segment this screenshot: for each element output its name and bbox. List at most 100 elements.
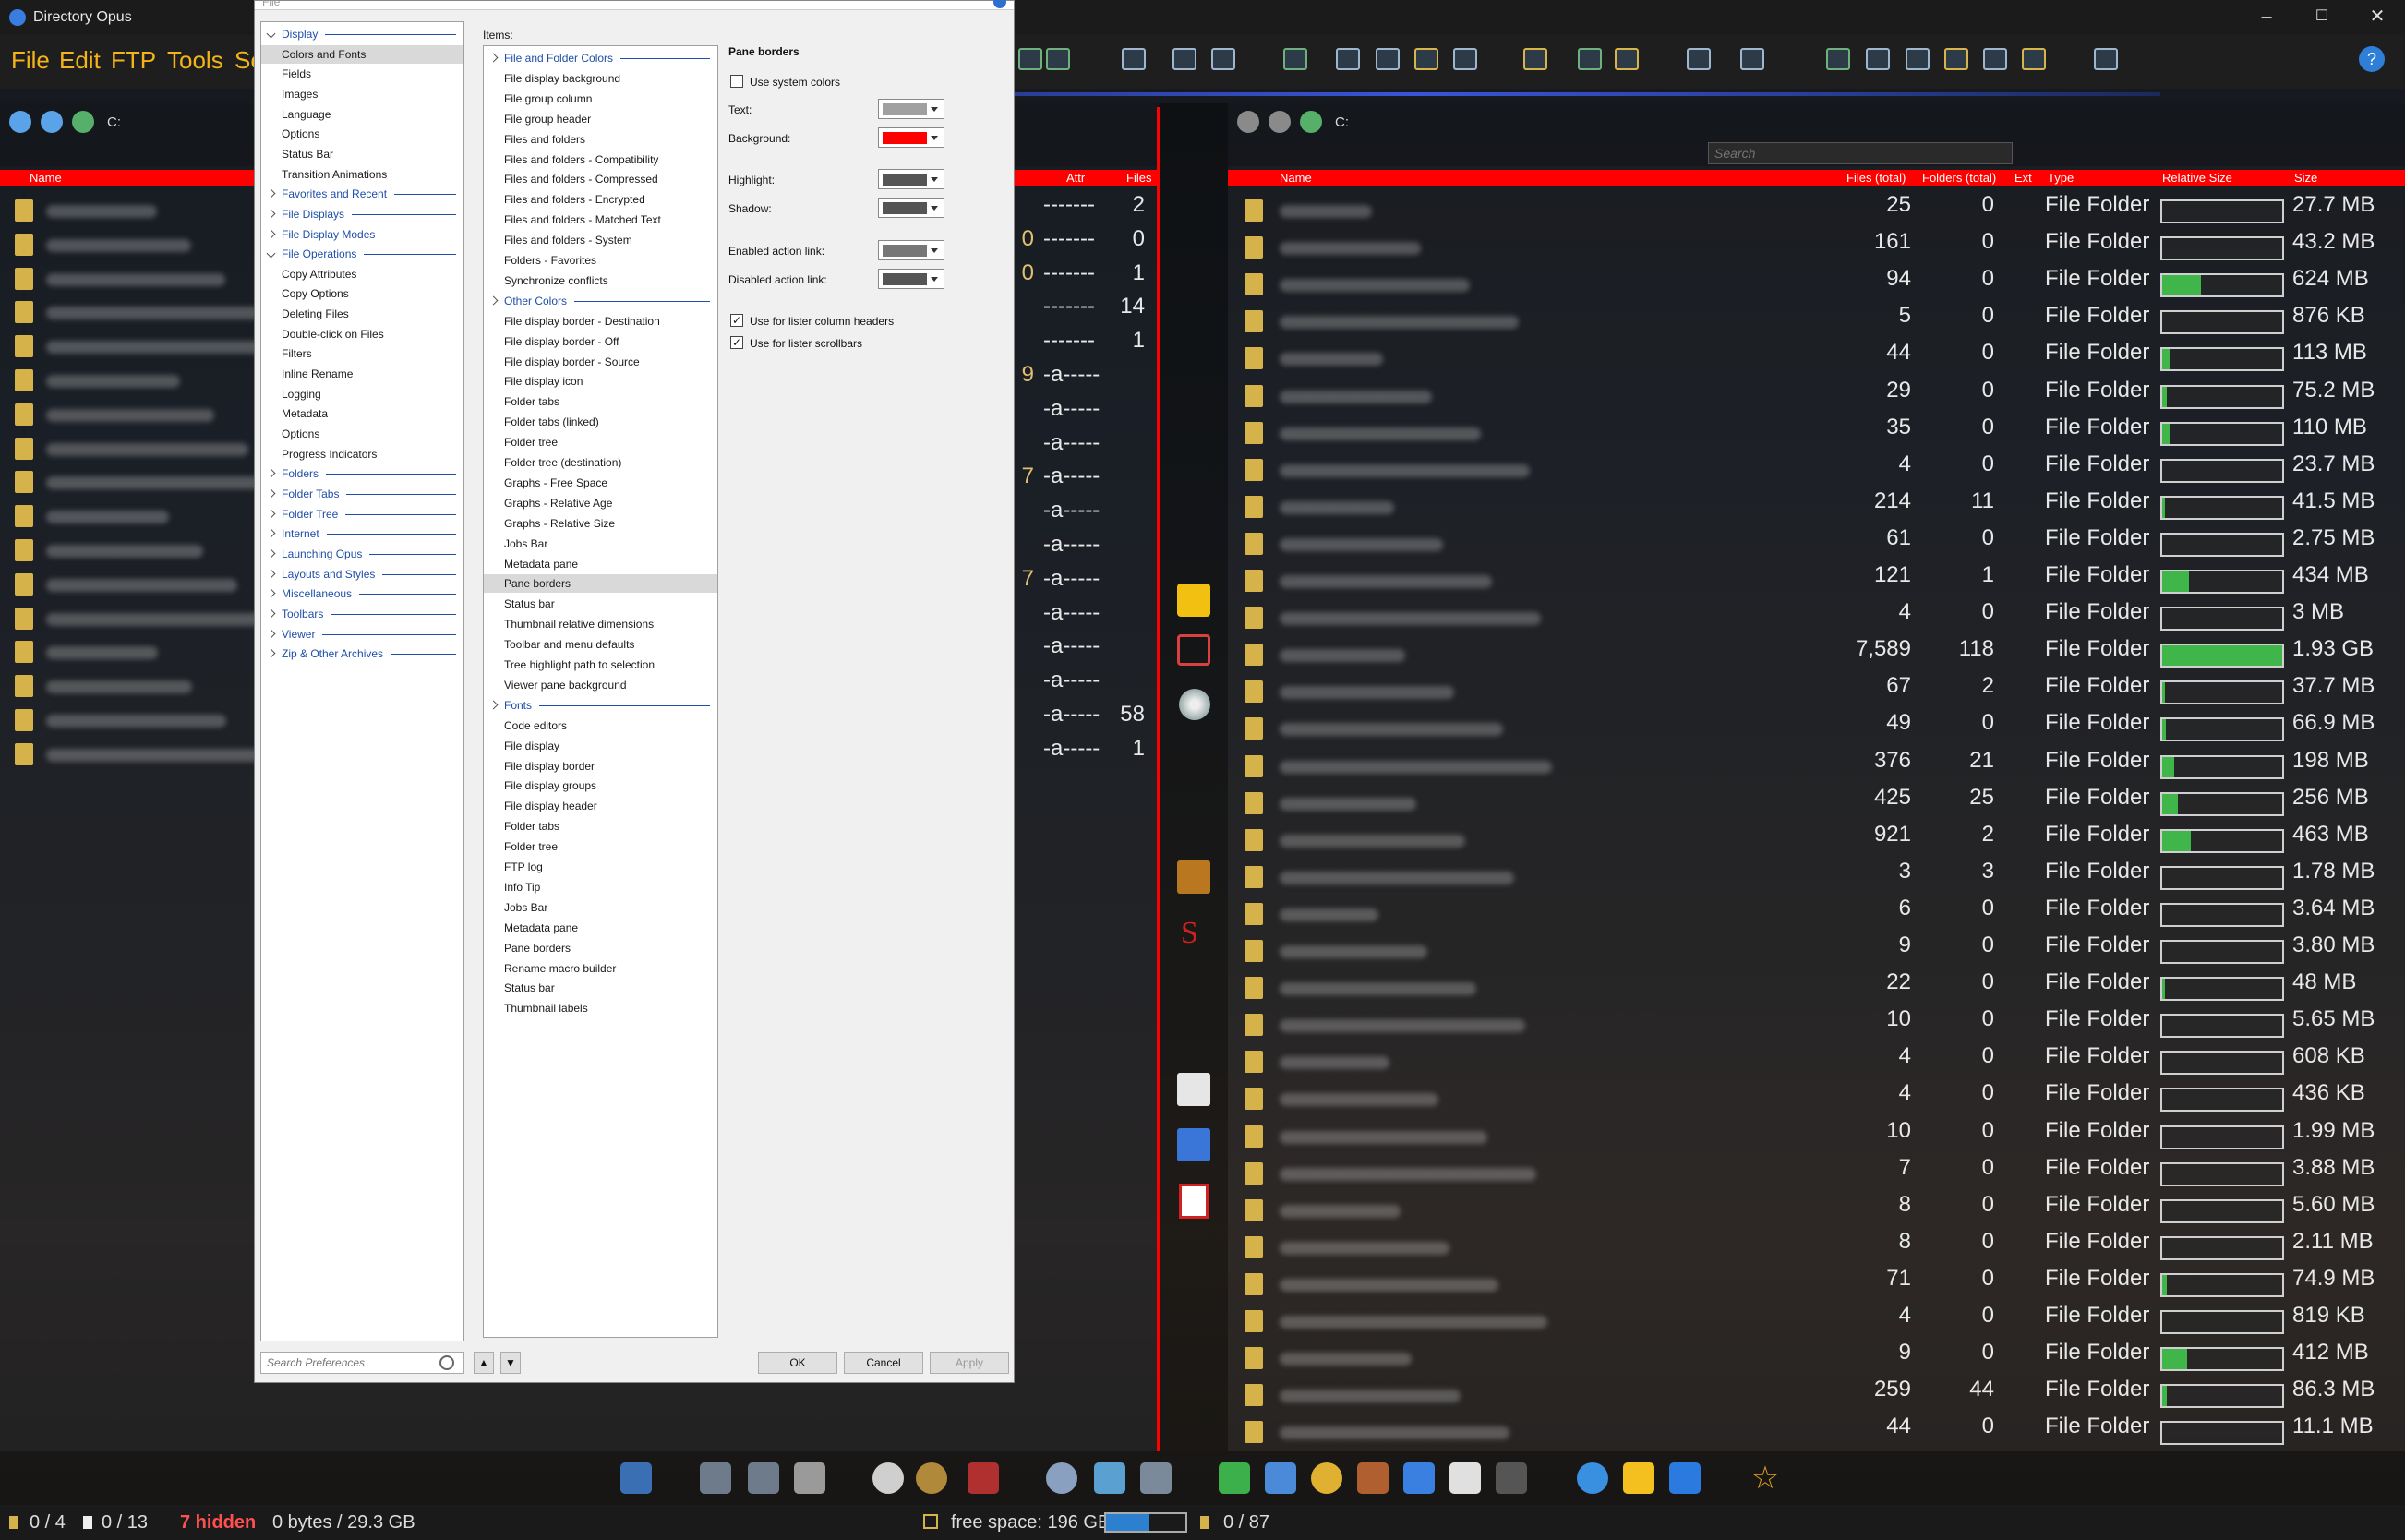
music-icon[interactable] <box>1403 1462 1435 1494</box>
close-button[interactable]: ✕ <box>2350 0 2405 35</box>
tree-category[interactable]: Viewer <box>282 625 315 644</box>
sun-icon[interactable] <box>1311 1462 1342 1494</box>
table-row[interactable]: 3 3 File Folder 1.78 MB <box>1228 859 2405 896</box>
path-segment[interactable] <box>1362 114 1377 130</box>
table-row[interactable]: 4 0 File Folder 23.7 MB <box>1228 451 2405 488</box>
tree-category[interactable]: Zip & Other Archives <box>282 644 383 663</box>
tree-category[interactable]: Other Colors <box>504 292 567 310</box>
computer-icon[interactable] <box>620 1462 652 1494</box>
path-segment[interactable] <box>134 114 150 130</box>
tree-item[interactable]: File display <box>504 737 559 755</box>
tree-item[interactable]: Code editors <box>504 716 567 735</box>
ext-header[interactable]: Ext <box>2014 171 2032 185</box>
table-row[interactable]: 376 21 File Folder 198 MB <box>1228 748 2405 785</box>
disc-icon[interactable] <box>1179 689 1210 720</box>
table-row[interactable]: 10 0 File Folder 1.99 MB <box>1228 1118 2405 1155</box>
tree-item[interactable]: Folder tabs (linked) <box>504 413 599 431</box>
toolbar-icon[interactable] <box>1826 48 1850 70</box>
table-row[interactable]: 94 0 File Folder 624 MB <box>1228 266 2405 303</box>
size-header[interactable]: Size <box>2294 171 2317 185</box>
menu-tools[interactable]: Tools <box>167 46 223 75</box>
tree-item[interactable]: Options <box>282 125 319 143</box>
monitor-icon[interactable] <box>1140 1462 1172 1494</box>
chevron-icon[interactable] <box>266 528 276 538</box>
table-row[interactable]: 44 0 File Folder 113 MB <box>1228 340 2405 377</box>
path-segment[interactable] <box>1390 114 1406 130</box>
table-row[interactable]: 9 0 File Folder 412 MB <box>1228 1340 2405 1377</box>
tree-item[interactable]: Folder tree (destination) <box>504 453 621 472</box>
toolbar-icon[interactable] <box>1866 48 1890 70</box>
table-row[interactable]: 8 0 File Folder 5.60 MB <box>1228 1192 2405 1229</box>
table-row[interactable]: 4 0 File Folder 436 KB <box>1228 1080 2405 1117</box>
menu-edit[interactable]: Edit <box>59 46 101 75</box>
name-column-header[interactable]: Name <box>1280 171 1312 185</box>
up-icon[interactable] <box>1300 111 1322 133</box>
background-color-picker[interactable] <box>878 127 944 148</box>
tree-item[interactable]: Info Tip <box>504 878 540 896</box>
back-icon[interactable] <box>1237 111 1259 133</box>
chevron-icon[interactable] <box>266 29 276 39</box>
dialog-help-icon[interactable] <box>993 0 1006 8</box>
chevron-icon[interactable] <box>266 229 276 238</box>
script-icon[interactable]: S <box>1181 916 1209 951</box>
tree-category[interactable]: Layouts and Styles <box>282 565 375 584</box>
table-row[interactable]: 4 0 File Folder 819 KB <box>1228 1303 2405 1340</box>
toolbar-icon[interactable] <box>1578 48 1602 70</box>
tree-item[interactable]: File display background <box>504 69 620 88</box>
toolbar-icon[interactable] <box>1414 48 1438 70</box>
tree-item[interactable]: Folder tabs <box>504 392 559 411</box>
chevron-icon[interactable] <box>266 209 276 219</box>
toolbar-icon[interactable] <box>1944 48 1968 70</box>
shadow-color-picker[interactable] <box>878 198 944 218</box>
tree-item[interactable]: Status bar <box>504 595 555 613</box>
toolbar-icon[interactable] <box>1376 48 1400 70</box>
tree-category[interactable]: Miscellaneous <box>282 584 352 603</box>
tree-category[interactable]: File Operations <box>282 245 356 263</box>
files-column-header[interactable]: Files <box>1126 171 1151 185</box>
folders-total-header[interactable]: Folders (total) <box>1922 171 1996 185</box>
table-row[interactable]: 44 0 File Folder 11.1 MB <box>1228 1414 2405 1450</box>
toolbar-icon[interactable] <box>1687 48 1711 70</box>
tree-category[interactable]: Folder Tabs <box>282 485 339 503</box>
path-segment[interactable]: C: <box>1335 114 1349 130</box>
chevron-icon[interactable] <box>266 488 276 499</box>
files-total-header[interactable]: Files (total) <box>1846 171 1906 185</box>
book-icon[interactable] <box>1177 1073 1210 1106</box>
table-row[interactable]: 921 2 File Folder 463 MB <box>1228 822 2405 859</box>
maximize-button[interactable]: ☐ <box>2294 0 2350 35</box>
dropbox-icon[interactable] <box>1669 1462 1701 1494</box>
chevron-icon[interactable] <box>488 53 499 63</box>
text-file-icon[interactable] <box>1449 1462 1481 1494</box>
tree-item[interactable]: Images <box>282 85 318 103</box>
drive-icon[interactable] <box>794 1462 825 1494</box>
path-segment[interactable] <box>162 114 170 130</box>
tree-item[interactable]: Graphs - Relative Age <box>504 494 612 512</box>
books-icon[interactable] <box>1177 860 1210 894</box>
minimize-button[interactable]: – <box>2239 0 2294 35</box>
tree-item[interactable]: File display border - Off <box>504 332 619 351</box>
disabled-link-color-picker[interactable] <box>878 269 944 289</box>
menu-file[interactable]: File <box>11 46 50 75</box>
tree-item[interactable]: Jobs Bar <box>504 535 547 553</box>
table-row[interactable]: 35 0 File Folder 110 MB <box>1228 415 2405 451</box>
tv-icon[interactable] <box>968 1462 999 1494</box>
tree-item[interactable]: Fields <box>282 65 311 83</box>
tree-item[interactable]: Metadata <box>282 404 328 423</box>
tree-item[interactable]: Thumbnail relative dimensions <box>504 615 654 633</box>
chevron-icon[interactable] <box>266 629 276 638</box>
user-icon[interactable] <box>1046 1462 1077 1494</box>
tree-item[interactable]: Files and folders - Matched Text <box>504 211 661 229</box>
tree-item[interactable]: Files and folders - Compressed <box>504 170 658 188</box>
star-icon[interactable]: ☆ <box>1750 1462 1781 1494</box>
path-segment[interactable] <box>1418 114 1434 130</box>
move-down-button[interactable]: ▼ <box>500 1352 521 1374</box>
tree-item[interactable]: File display groups <box>504 776 596 795</box>
up-icon[interactable] <box>72 111 94 133</box>
tree-item[interactable]: Metadata pane <box>504 919 578 937</box>
tree-category[interactable]: File Displays <box>282 205 344 223</box>
attr-column-header[interactable]: Attr <box>1066 171 1085 185</box>
table-row[interactable]: 8 0 File Folder 2.11 MB <box>1228 1229 2405 1266</box>
tree-category[interactable]: Launching Opus <box>282 545 362 563</box>
table-row[interactable]: 67 2 File Folder 37.7 MB <box>1228 673 2405 710</box>
tree-item[interactable]: Language <box>282 105 331 124</box>
